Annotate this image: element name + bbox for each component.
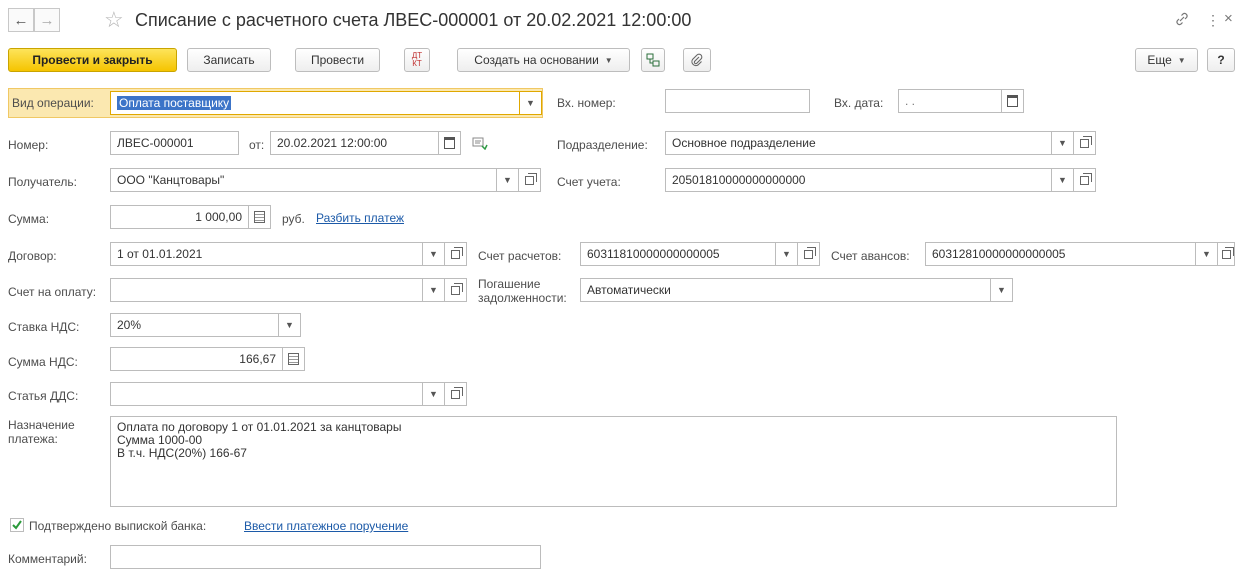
attach-button[interactable] (683, 48, 711, 72)
create-based-on-label: Создать на основании (474, 53, 599, 67)
chevron-down-icon: ▼ (526, 98, 535, 108)
in-date-field[interactable]: . . (898, 89, 1002, 113)
operation-dropdown-button[interactable]: ▼ (520, 91, 542, 115)
invoice-label: Счет на оплату: (8, 285, 97, 299)
vat-sum-field[interactable]: 166,67 (110, 347, 283, 371)
recipient-field[interactable]: ООО "Канцтовары" (110, 168, 497, 192)
invoice-field[interactable] (110, 278, 423, 302)
in-number-label: Вх. номер: (557, 96, 616, 110)
open-icon[interactable] (1074, 168, 1096, 192)
vat-rate-field[interactable]: 20% (110, 313, 279, 337)
save-button[interactable]: Записать (187, 48, 271, 72)
account-field[interactable]: 20501810000000000000 (665, 168, 1052, 192)
help-button[interactable]: ? (1207, 48, 1235, 72)
in-number-field[interactable] (665, 89, 810, 113)
purpose-label-line2: платежа: (8, 432, 58, 446)
sum-label: Сумма: (8, 212, 50, 226)
open-icon[interactable] (519, 168, 541, 192)
calculator-icon[interactable] (283, 347, 305, 371)
more-button[interactable]: Еще ▼ (1135, 48, 1198, 72)
create-based-on-button[interactable]: Создать на основании ▼ (457, 48, 630, 72)
division-label: Подразделение: (557, 138, 648, 152)
calendar-icon[interactable] (439, 131, 461, 155)
confirmed-checkbox[interactable] (10, 518, 24, 535)
dds-field[interactable] (110, 382, 423, 406)
payment-purpose-textarea[interactable]: Оплата по договору 1 от 01.01.2021 за ка… (110, 416, 1117, 507)
structure-button[interactable] (641, 48, 665, 72)
advance-account-label: Счет авансов: (831, 249, 910, 263)
open-icon[interactable] (1218, 242, 1235, 266)
repayment-label-line1: Погашение (478, 277, 541, 291)
chevron-down-icon[interactable]: ▼ (497, 168, 519, 192)
document-structure-icon (646, 53, 660, 67)
operation-label: Вид операции: (12, 96, 94, 110)
chevron-down-icon: ▼ (604, 55, 613, 65)
chevron-down-icon[interactable]: ▼ (423, 382, 445, 406)
open-icon[interactable] (798, 242, 820, 266)
chain-link-icon (1176, 12, 1188, 26)
vat-rate-label: Ставка НДС: (8, 320, 80, 334)
dds-label: Статья ДДС: (8, 389, 79, 403)
repayment-field[interactable]: Автоматически (580, 278, 991, 302)
operation-type-value: Оплата поставщику (117, 96, 232, 110)
chevron-down-icon[interactable]: ▼ (1052, 131, 1074, 155)
arrow-left-icon: ← (13, 11, 29, 29)
confirmed-label: Подтверждено выпиской банка: (29, 519, 207, 533)
currency-label: руб. (282, 212, 305, 226)
number-field[interactable]: ЛВЕС-000001 (110, 131, 239, 155)
chevron-down-icon[interactable]: ▼ (1196, 242, 1218, 266)
chevron-down-icon[interactable]: ▼ (423, 278, 445, 302)
contract-field[interactable]: 1 от 01.01.2021 (110, 242, 423, 266)
comment-field[interactable] (110, 545, 541, 569)
forward-button[interactable]: → (34, 8, 60, 32)
calendar-icon[interactable] (1002, 89, 1024, 113)
checkmark-icon (10, 518, 24, 532)
history-icon[interactable] (472, 136, 488, 153)
number-label: Номер: (8, 138, 49, 152)
page-title: Списание с расчетного счета ЛВЕС-000001 … (135, 10, 692, 30)
dt-kt-button[interactable]: ДТ КТ (404, 48, 430, 72)
operation-type-field[interactable]: Оплата поставщику (110, 91, 520, 115)
chevron-down-icon[interactable]: ▼ (279, 313, 301, 337)
in-date-label: Вх. дата: (834, 96, 884, 110)
account-label: Счет учета: (557, 175, 621, 189)
repayment-label-line2: задолженности: (478, 291, 567, 305)
recipient-label: Получатель: (8, 175, 77, 189)
split-payment-link[interactable]: Разбить платеж (316, 211, 404, 225)
more-label: Еще (1147, 53, 1172, 67)
purpose-label-line1: Назначение (8, 418, 75, 432)
division-field[interactable]: Основное подразделение (665, 131, 1052, 155)
back-button[interactable]: ← (8, 8, 34, 32)
chevron-down-icon: ▼ (1177, 55, 1186, 65)
settlement-account-field[interactable]: 60311810000000000005 (580, 242, 776, 266)
link-icon[interactable] (1175, 12, 1189, 29)
paperclip-icon (691, 53, 703, 67)
open-icon[interactable] (445, 278, 467, 302)
favorite-star-icon[interactable]: ☆ (104, 7, 124, 33)
advance-account-field[interactable]: 60312810000000000005 (925, 242, 1196, 266)
from-label: от: (249, 138, 265, 152)
date-field[interactable]: 20.02.2021 12:00:00 (270, 131, 439, 155)
contract-label: Договор: (8, 249, 57, 263)
dt-kt-icon: ДТ КТ (411, 51, 423, 68)
calculator-icon[interactable] (249, 205, 271, 229)
post-button[interactable]: Провести (295, 48, 380, 72)
arrow-right-icon: → (39, 11, 55, 29)
vat-sum-label: Сумма НДС: (8, 355, 78, 369)
settlement-account-label: Счет расчетов: (478, 249, 562, 263)
post-and-close-button[interactable]: Провести и закрыть (8, 48, 177, 72)
chevron-down-icon[interactable]: ▼ (991, 278, 1013, 302)
enter-payment-order-link[interactable]: Ввести платежное поручение (244, 519, 408, 533)
more-actions-icon[interactable]: ⋮ (1206, 12, 1220, 29)
sum-field[interactable]: 1 000,00 (110, 205, 249, 229)
close-icon[interactable]: × (1224, 10, 1233, 27)
open-icon[interactable] (445, 242, 467, 266)
chevron-down-icon[interactable]: ▼ (776, 242, 798, 266)
chevron-down-icon[interactable]: ▼ (423, 242, 445, 266)
chevron-down-icon[interactable]: ▼ (1052, 168, 1074, 192)
comment-label: Комментарий: (8, 552, 87, 566)
open-icon[interactable] (445, 382, 467, 406)
open-icon[interactable] (1074, 131, 1096, 155)
